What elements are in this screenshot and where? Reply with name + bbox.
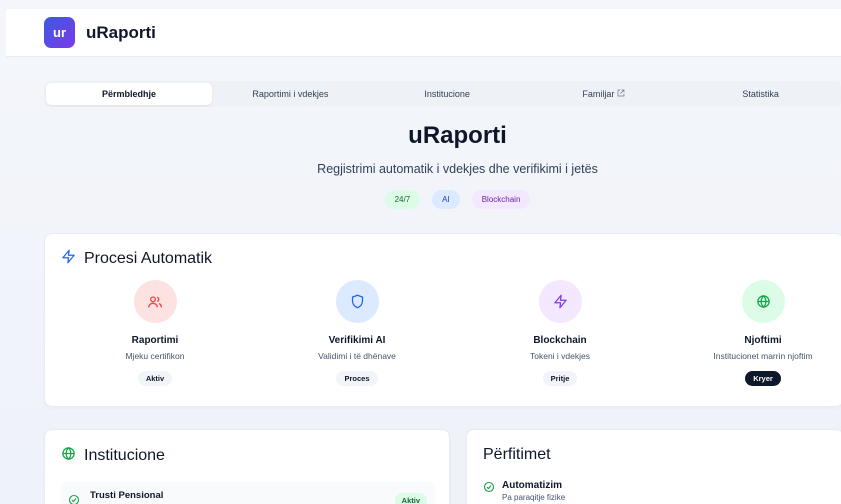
tab-label: Raportimi i vdekjes: [252, 89, 329, 99]
list-item: Automatizim Pa paraqitje fizike: [483, 480, 565, 502]
benefits-card: Përfitimet Automatizim Pa paraqitje fizi…: [466, 429, 841, 504]
tab-label: Statistika: [742, 89, 779, 99]
lightning-icon: [538, 280, 582, 323]
tab-familjar[interactable]: Familjar: [526, 83, 683, 105]
process-title: Procesi Automatik: [61, 249, 212, 269]
status-badge: Kryer: [745, 371, 781, 386]
process-card: Procesi Automatik Raportimi Mjeku certif…: [44, 233, 841, 407]
institutions-title-text: Institucione: [84, 447, 165, 464]
tab-institucione[interactable]: Institucione: [369, 83, 526, 105]
badge-24-7: 24/7: [384, 190, 421, 209]
step-raportimi: Raportimi Mjeku certifikon Aktiv: [75, 280, 235, 386]
badge-ai: AI: [432, 190, 460, 209]
step-desc: Mjeku certifikon: [125, 351, 185, 361]
globe-icon: [741, 280, 785, 323]
tab-label: Përmbledhje: [101, 89, 157, 99]
step-name: Verifikimi AI: [328, 335, 386, 346]
shield-icon: [335, 280, 379, 323]
institutions-card: Institucione Trusti Pensional Aktiv: [44, 429, 450, 504]
brand-name[interactable]: uRaporti: [86, 23, 156, 43]
status-badge: Aktiv: [394, 493, 427, 504]
institution-name: Trusti Pensional: [90, 490, 164, 501]
app-logo[interactable]: ur: [44, 17, 75, 48]
globe-icon: [61, 446, 76, 466]
tab-bar: Përmbledhje Raportimi i vdekjes Instituc…: [44, 81, 841, 107]
hero-subtitle: Regjistrimi automatik i vdekjes dhe veri…: [317, 162, 598, 176]
list-item[interactable]: Trusti Pensional Aktiv: [61, 482, 435, 504]
tab-permbledhje[interactable]: Përmbledhje: [46, 83, 212, 105]
external-link-icon: [617, 89, 625, 99]
step-njoftimi: Njoftimi Institucionet marrin njoftim Kr…: [683, 280, 841, 386]
lightning-icon: [61, 249, 76, 269]
hero-title: uRaporti: [408, 122, 507, 149]
step-desc: Institucionet marrin njoftim: [713, 351, 813, 361]
benefit-name: Automatizim: [502, 480, 562, 491]
check-circle-icon: [68, 493, 80, 504]
status-badge: Aktiv: [137, 371, 173, 386]
step-name: Njoftimi: [744, 335, 782, 346]
process-title-text: Procesi Automatik: [84, 250, 213, 267]
tab-statistika[interactable]: Statistika: [682, 83, 839, 105]
badge-blockchain: Blockchain: [471, 190, 531, 209]
status-badge: Pritje: [542, 371, 578, 386]
institutions-title: Institucione: [61, 446, 165, 466]
step-verifikimi: Verifikimi AI Validimi i të dhënave Proc…: [277, 280, 437, 386]
app-header: ur uRaporti: [6, 9, 841, 57]
status-badge: Proces: [336, 371, 378, 386]
step-name: Blockchain: [533, 335, 587, 346]
step-name: Raportimi: [131, 335, 179, 346]
benefit-desc: Pa paraqitje fizike: [502, 493, 566, 502]
tab-label: Institucione: [424, 89, 470, 99]
check-circle-icon: [483, 480, 495, 502]
tab-raportimi[interactable]: Raportimi i vdekjes: [212, 83, 369, 105]
tab-label: Familjar: [582, 89, 615, 99]
step-blockchain: Blockchain Tokeni i vdekjes Pritje: [480, 280, 640, 386]
users-icon: [133, 280, 177, 323]
benefits-title: Përfitimet: [483, 446, 551, 463]
step-desc: Validimi i të dhënave: [318, 351, 396, 361]
step-desc: Tokeni i vdekjes: [529, 351, 590, 361]
hero-badges: 24/7 AI Blockchain: [0, 190, 841, 209]
